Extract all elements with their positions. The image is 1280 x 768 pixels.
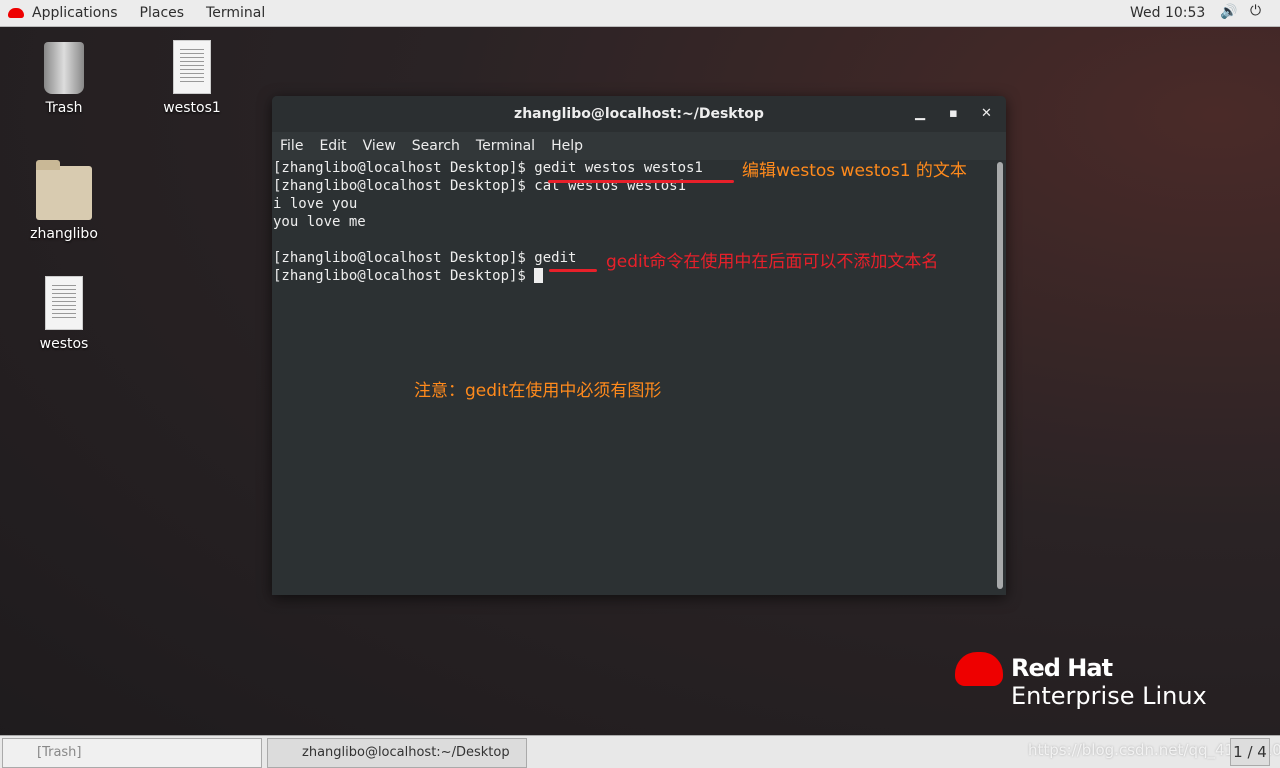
terminal-app-menu[interactable]: Terminal <box>206 5 265 21</box>
trash-icon <box>44 42 84 94</box>
underline-annotation <box>548 180 734 183</box>
terminal-line: [zhanglibo@localhost Desktop]$ gedit <box>273 250 577 266</box>
redhat-icon <box>8 8 24 18</box>
title-bar[interactable]: zhanglibo@localhost:~/Desktop ▁ ▪ ✕ <box>272 96 1006 132</box>
annotation-note: 注意：gedit在使用中必须有图形 <box>414 381 662 401</box>
terminal-line: [zhanglibo@localhost Desktop]$ gedit wes… <box>273 160 703 176</box>
icon-label: westos1 <box>163 100 221 116</box>
workspace-switcher[interactable]: 1 / 4 <box>1230 738 1270 766</box>
annotation-gedit: gedit命令在使用中在后面可以不添加文本名 <box>606 252 939 272</box>
task-label: [Trash] <box>37 745 82 760</box>
terminal-line: i love you <box>273 196 358 212</box>
task-trash[interactable]: [Trash] <box>2 738 262 768</box>
desktop-icon-westos[interactable]: westos <box>19 276 109 352</box>
logo-line2: Enterprise Linux <box>1011 682 1207 710</box>
terminal-line: you love me <box>273 214 366 230</box>
icon-label: Trash <box>45 100 83 116</box>
home-folder-icon <box>36 160 92 220</box>
logo-line1: Red Hat <box>1011 654 1113 682</box>
terminal-prompt-line: [zhanglibo@localhost Desktop]$ <box>273 268 544 284</box>
document-icon <box>45 276 83 330</box>
menu-help[interactable]: Help <box>551 138 583 154</box>
scrollbar[interactable] <box>997 162 1003 589</box>
prompt: [zhanglibo@localhost Desktop]$ <box>273 268 535 284</box>
taskbar: [Trash] zhanglibo@localhost:~/Desktop ht… <box>0 735 1280 768</box>
menu-file[interactable]: File <box>280 138 303 154</box>
clock[interactable]: Wed 10:53 <box>1130 5 1205 21</box>
desktop-icon-westos1[interactable]: westos1 <box>147 40 237 116</box>
cursor <box>534 268 544 283</box>
annotation-edit: 编辑westos westos1 的文本 <box>742 161 967 181</box>
top-bar: Applications Places Terminal Wed 10:53 🔊… <box>0 0 1280 27</box>
applications-menu[interactable]: Applications <box>32 5 118 21</box>
task-label: zhanglibo@localhost:~/Desktop <box>302 745 510 760</box>
window-title: zhanglibo@localhost:~/Desktop <box>514 106 764 122</box>
task-terminal[interactable]: zhanglibo@localhost:~/Desktop <box>267 738 527 768</box>
places-menu[interactable]: Places <box>140 5 185 21</box>
menu-search[interactable]: Search <box>412 138 460 154</box>
minimize-button[interactable]: ▁ <box>915 96 925 132</box>
desktop-icon-home[interactable]: zhanglibo <box>19 160 109 242</box>
underline-annotation <box>549 269 597 272</box>
menu-view[interactable]: View <box>363 138 396 154</box>
redhat-logo-icon <box>955 652 1003 686</box>
icon-label: westos <box>39 336 89 352</box>
maximize-button[interactable]: ▪ <box>949 96 958 132</box>
power-icon[interactable]: ⏻ <box>1250 3 1261 19</box>
menu-terminal[interactable]: Terminal <box>476 138 535 154</box>
volume-icon[interactable]: 🔊 <box>1220 4 1237 20</box>
close-button[interactable]: ✕ <box>981 96 992 132</box>
menu-edit[interactable]: Edit <box>319 138 346 154</box>
document-icon <box>173 40 211 94</box>
icon-label: zhanglibo <box>30 226 98 242</box>
desktop-icon-trash[interactable]: Trash <box>19 42 109 116</box>
